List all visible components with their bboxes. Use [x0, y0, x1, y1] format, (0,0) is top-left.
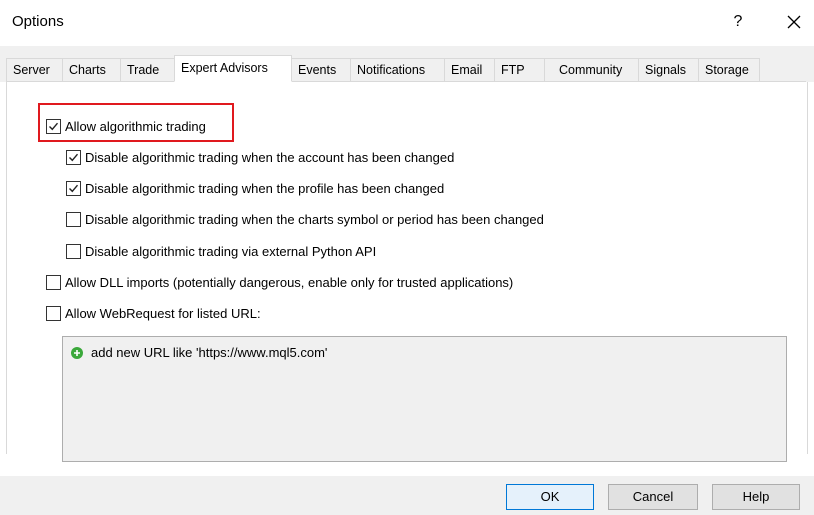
window-title: Options — [12, 13, 64, 30]
add-url-label: add new URL like 'https://www.mql5.com' — [91, 345, 328, 360]
add-url-item[interactable]: add new URL like 'https://www.mql5.com' — [71, 345, 327, 360]
disable-via-python-checkbox[interactable] — [66, 243, 81, 259]
tab-charts[interactable]: Charts — [62, 58, 120, 81]
disable-on-profile-change-option[interactable]: Disable algorithmic trading when the pro… — [66, 178, 444, 198]
disable-via-python-label: Disable algorithmic trading via external… — [85, 243, 377, 259]
disable-on-symbol-change-label: Disable algorithmic trading when the cha… — [85, 211, 544, 227]
tab-strip: Server Charts Trade Expert Advisors Even… — [0, 46, 814, 82]
help-title-button[interactable]: ? — [726, 10, 750, 34]
disable-on-account-change-checkbox[interactable] — [66, 149, 81, 165]
disable-via-python-option[interactable]: Disable algorithmic trading via external… — [66, 241, 376, 261]
add-icon — [71, 346, 83, 359]
cancel-button[interactable]: Cancel — [608, 484, 698, 510]
disable-on-account-change-option[interactable]: Disable algorithmic trading when the acc… — [66, 147, 454, 167]
allow-webrequest-checkbox[interactable] — [46, 305, 61, 321]
ok-button[interactable]: OK — [506, 484, 594, 510]
title-bar: Options ? — [0, 0, 814, 44]
button-bar: OK Cancel Help — [0, 476, 814, 515]
tab-events[interactable]: Events — [292, 58, 350, 81]
allow-algo-trading-option[interactable]: Allow algorithmic trading — [46, 116, 206, 136]
allow-dll-imports-label: Allow DLL imports (potentially dangerous… — [65, 274, 514, 290]
allow-algo-trading-checkbox[interactable] — [46, 118, 61, 134]
close-icon — [787, 15, 801, 29]
help-button[interactable]: Help — [712, 484, 800, 510]
check-icon — [69, 184, 79, 192]
disable-on-profile-change-label: Disable algorithmic trading when the pro… — [85, 180, 445, 196]
tab-trade[interactable]: Trade — [120, 58, 174, 81]
close-button[interactable] — [782, 10, 806, 34]
check-icon — [69, 153, 79, 161]
tab-expert-advisors[interactable]: Expert Advisors — [174, 55, 292, 82]
disable-on-profile-change-checkbox[interactable] — [66, 180, 81, 196]
disable-on-symbol-change-option[interactable]: Disable algorithmic trading when the cha… — [66, 209, 544, 229]
disable-on-symbol-change-checkbox[interactable] — [66, 211, 81, 227]
tab-ftp[interactable]: FTP — [494, 58, 544, 81]
disable-on-account-change-label: Disable algorithmic trading when the acc… — [85, 149, 455, 165]
url-list[interactable]: add new URL like 'https://www.mql5.com' — [62, 336, 787, 462]
allow-dll-imports-option[interactable]: Allow DLL imports (potentially dangerous… — [46, 272, 513, 292]
tab-email[interactable]: Email — [444, 58, 494, 81]
allow-webrequest-option[interactable]: Allow WebRequest for listed URL: — [46, 303, 261, 323]
tab-notifications[interactable]: Notifications — [350, 58, 444, 81]
check-icon — [49, 122, 59, 130]
tab-server[interactable]: Server — [6, 58, 62, 81]
tab-storage[interactable]: Storage — [698, 58, 760, 81]
tab-community[interactable]: Community — [544, 58, 638, 81]
allow-algo-trading-label: Allow algorithmic trading — [65, 118, 206, 134]
allow-dll-imports-checkbox[interactable] — [46, 274, 61, 290]
tab-signals[interactable]: Signals — [638, 58, 698, 81]
allow-webrequest-label: Allow WebRequest for listed URL: — [65, 305, 261, 321]
